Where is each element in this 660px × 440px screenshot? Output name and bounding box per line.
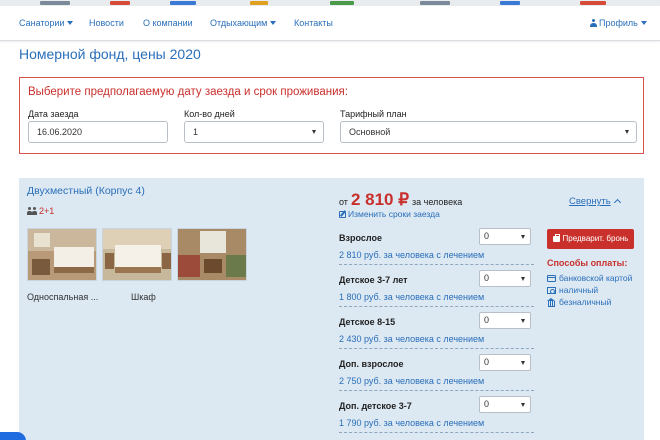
guest-count-select[interactable]: 0 bbox=[479, 354, 531, 371]
guest-count-select[interactable]: 0 bbox=[479, 312, 531, 329]
guest-type-label: Доп. взрослое bbox=[339, 359, 404, 369]
days-count-select[interactable]: 1 bbox=[184, 121, 324, 143]
guest-price: 2 430 руб. за человека с лечением bbox=[339, 334, 485, 344]
chevron-down-icon bbox=[521, 361, 525, 365]
credit-card-icon bbox=[547, 275, 556, 282]
chevron-down-icon bbox=[640, 21, 647, 25]
guest-row-extra-child: Доп. детское 3-7 0 1 790 руб. за человек… bbox=[339, 391, 534, 433]
date-selection-heading: Выберите предполагаемую дату заезда и ср… bbox=[28, 86, 348, 98]
room-photo[interactable] bbox=[27, 228, 97, 281]
guest-count-select[interactable]: 0 bbox=[479, 228, 531, 245]
guest-price: 2 810 руб. за человека с лечением bbox=[339, 250, 485, 260]
tariff-plan-select[interactable]: Основной bbox=[340, 121, 637, 143]
payment-method-card: банковской картой bbox=[547, 273, 632, 283]
room-photo[interactable] bbox=[177, 228, 247, 281]
chevron-up-icon bbox=[613, 198, 621, 207]
payment-methods-title: Способы оплаты: bbox=[547, 258, 628, 268]
main-navbar: Санатории Новости О компании Отдыхающим … bbox=[0, 6, 660, 41]
guest-row-child-3-7: Детское 3-7 лет 0 1 800 руб. за человека… bbox=[339, 265, 534, 307]
room-price: от 2 810 ₽ за человека bbox=[339, 190, 463, 209]
nav-news[interactable]: Новости bbox=[89, 18, 124, 28]
guest-row-extra-adult: Доп. взрослое 0 2 750 руб. за человека с… bbox=[339, 349, 534, 391]
chevron-down-icon bbox=[521, 235, 525, 239]
guest-price: 1 790 руб. за человека с лечением bbox=[339, 418, 485, 428]
chevron-down-icon bbox=[270, 21, 277, 25]
guest-price: 2 750 руб. за человека с лечением bbox=[339, 376, 485, 386]
nav-profile[interactable]: Профиль bbox=[590, 18, 647, 28]
days-count-label: Кол-во дней bbox=[184, 109, 235, 119]
nav-contacts[interactable]: Контакты bbox=[294, 18, 333, 28]
photo-caption: Шкаф bbox=[131, 292, 156, 302]
chevron-down-icon bbox=[625, 130, 629, 134]
users-icon bbox=[27, 207, 37, 215]
guest-type-label: Взрослое bbox=[339, 233, 382, 243]
nav-guests[interactable]: Отдыхающим bbox=[210, 18, 277, 28]
guest-row-adult: Взрослое 0 2 810 руб. за человека с лече… bbox=[339, 223, 534, 265]
tariff-plan-label: Тарифный план bbox=[340, 109, 407, 119]
bank-icon bbox=[547, 298, 556, 307]
collapse-link[interactable]: Свернуть bbox=[569, 196, 621, 207]
chevron-down-icon bbox=[521, 403, 525, 407]
chat-widget-button[interactable] bbox=[0, 432, 26, 440]
photo-caption: Односпальная ... bbox=[27, 292, 99, 302]
arrival-date-input[interactable]: 16.06.2020 bbox=[28, 121, 168, 143]
user-icon bbox=[590, 19, 597, 27]
guest-count-select[interactable]: 0 bbox=[479, 396, 531, 413]
date-selection-panel: Выберите предполагаемую дату заезда и ср… bbox=[19, 77, 644, 154]
room-title[interactable]: Двухместный (Корпус 4) bbox=[27, 185, 145, 197]
guest-type-label: Детское 3-7 лет bbox=[339, 275, 408, 285]
nav-about[interactable]: О компании bbox=[143, 18, 193, 28]
guest-type-label: Доп. детское 3-7 bbox=[339, 401, 412, 411]
edit-icon bbox=[339, 211, 346, 218]
briefcase-icon bbox=[552, 234, 560, 242]
page-title: Номерной фонд, цены 2020 bbox=[19, 46, 201, 62]
payment-method-transfer: безналичный bbox=[547, 297, 611, 307]
arrival-date-label: Дата заезда bbox=[28, 109, 79, 119]
room-card: Двухместный (Корпус 4) 2+1 Односпальная … bbox=[19, 178, 644, 440]
chevron-down-icon bbox=[521, 277, 525, 281]
nav-sanatoriums[interactable]: Санатории bbox=[19, 18, 74, 28]
change-dates-link[interactable]: Изменить сроки заезда bbox=[339, 209, 440, 219]
room-capacity: 2+1 bbox=[27, 206, 54, 216]
guest-row-child-8-15: Детское 8-15 0 2 430 руб. за человека с … bbox=[339, 307, 534, 349]
room-photo[interactable] bbox=[102, 228, 172, 281]
payment-method-cash: наличный bbox=[547, 285, 598, 295]
money-icon bbox=[547, 287, 556, 294]
prebook-button[interactable]: Предварит. бронь bbox=[547, 229, 634, 249]
guest-price: 1 800 руб. за человека с лечением bbox=[339, 292, 485, 302]
guest-count-select[interactable]: 0 bbox=[479, 270, 531, 287]
chevron-down-icon bbox=[521, 319, 525, 323]
chevron-down-icon bbox=[312, 130, 316, 134]
guest-type-label: Детское 8-15 bbox=[339, 317, 396, 327]
chevron-down-icon bbox=[67, 21, 74, 25]
